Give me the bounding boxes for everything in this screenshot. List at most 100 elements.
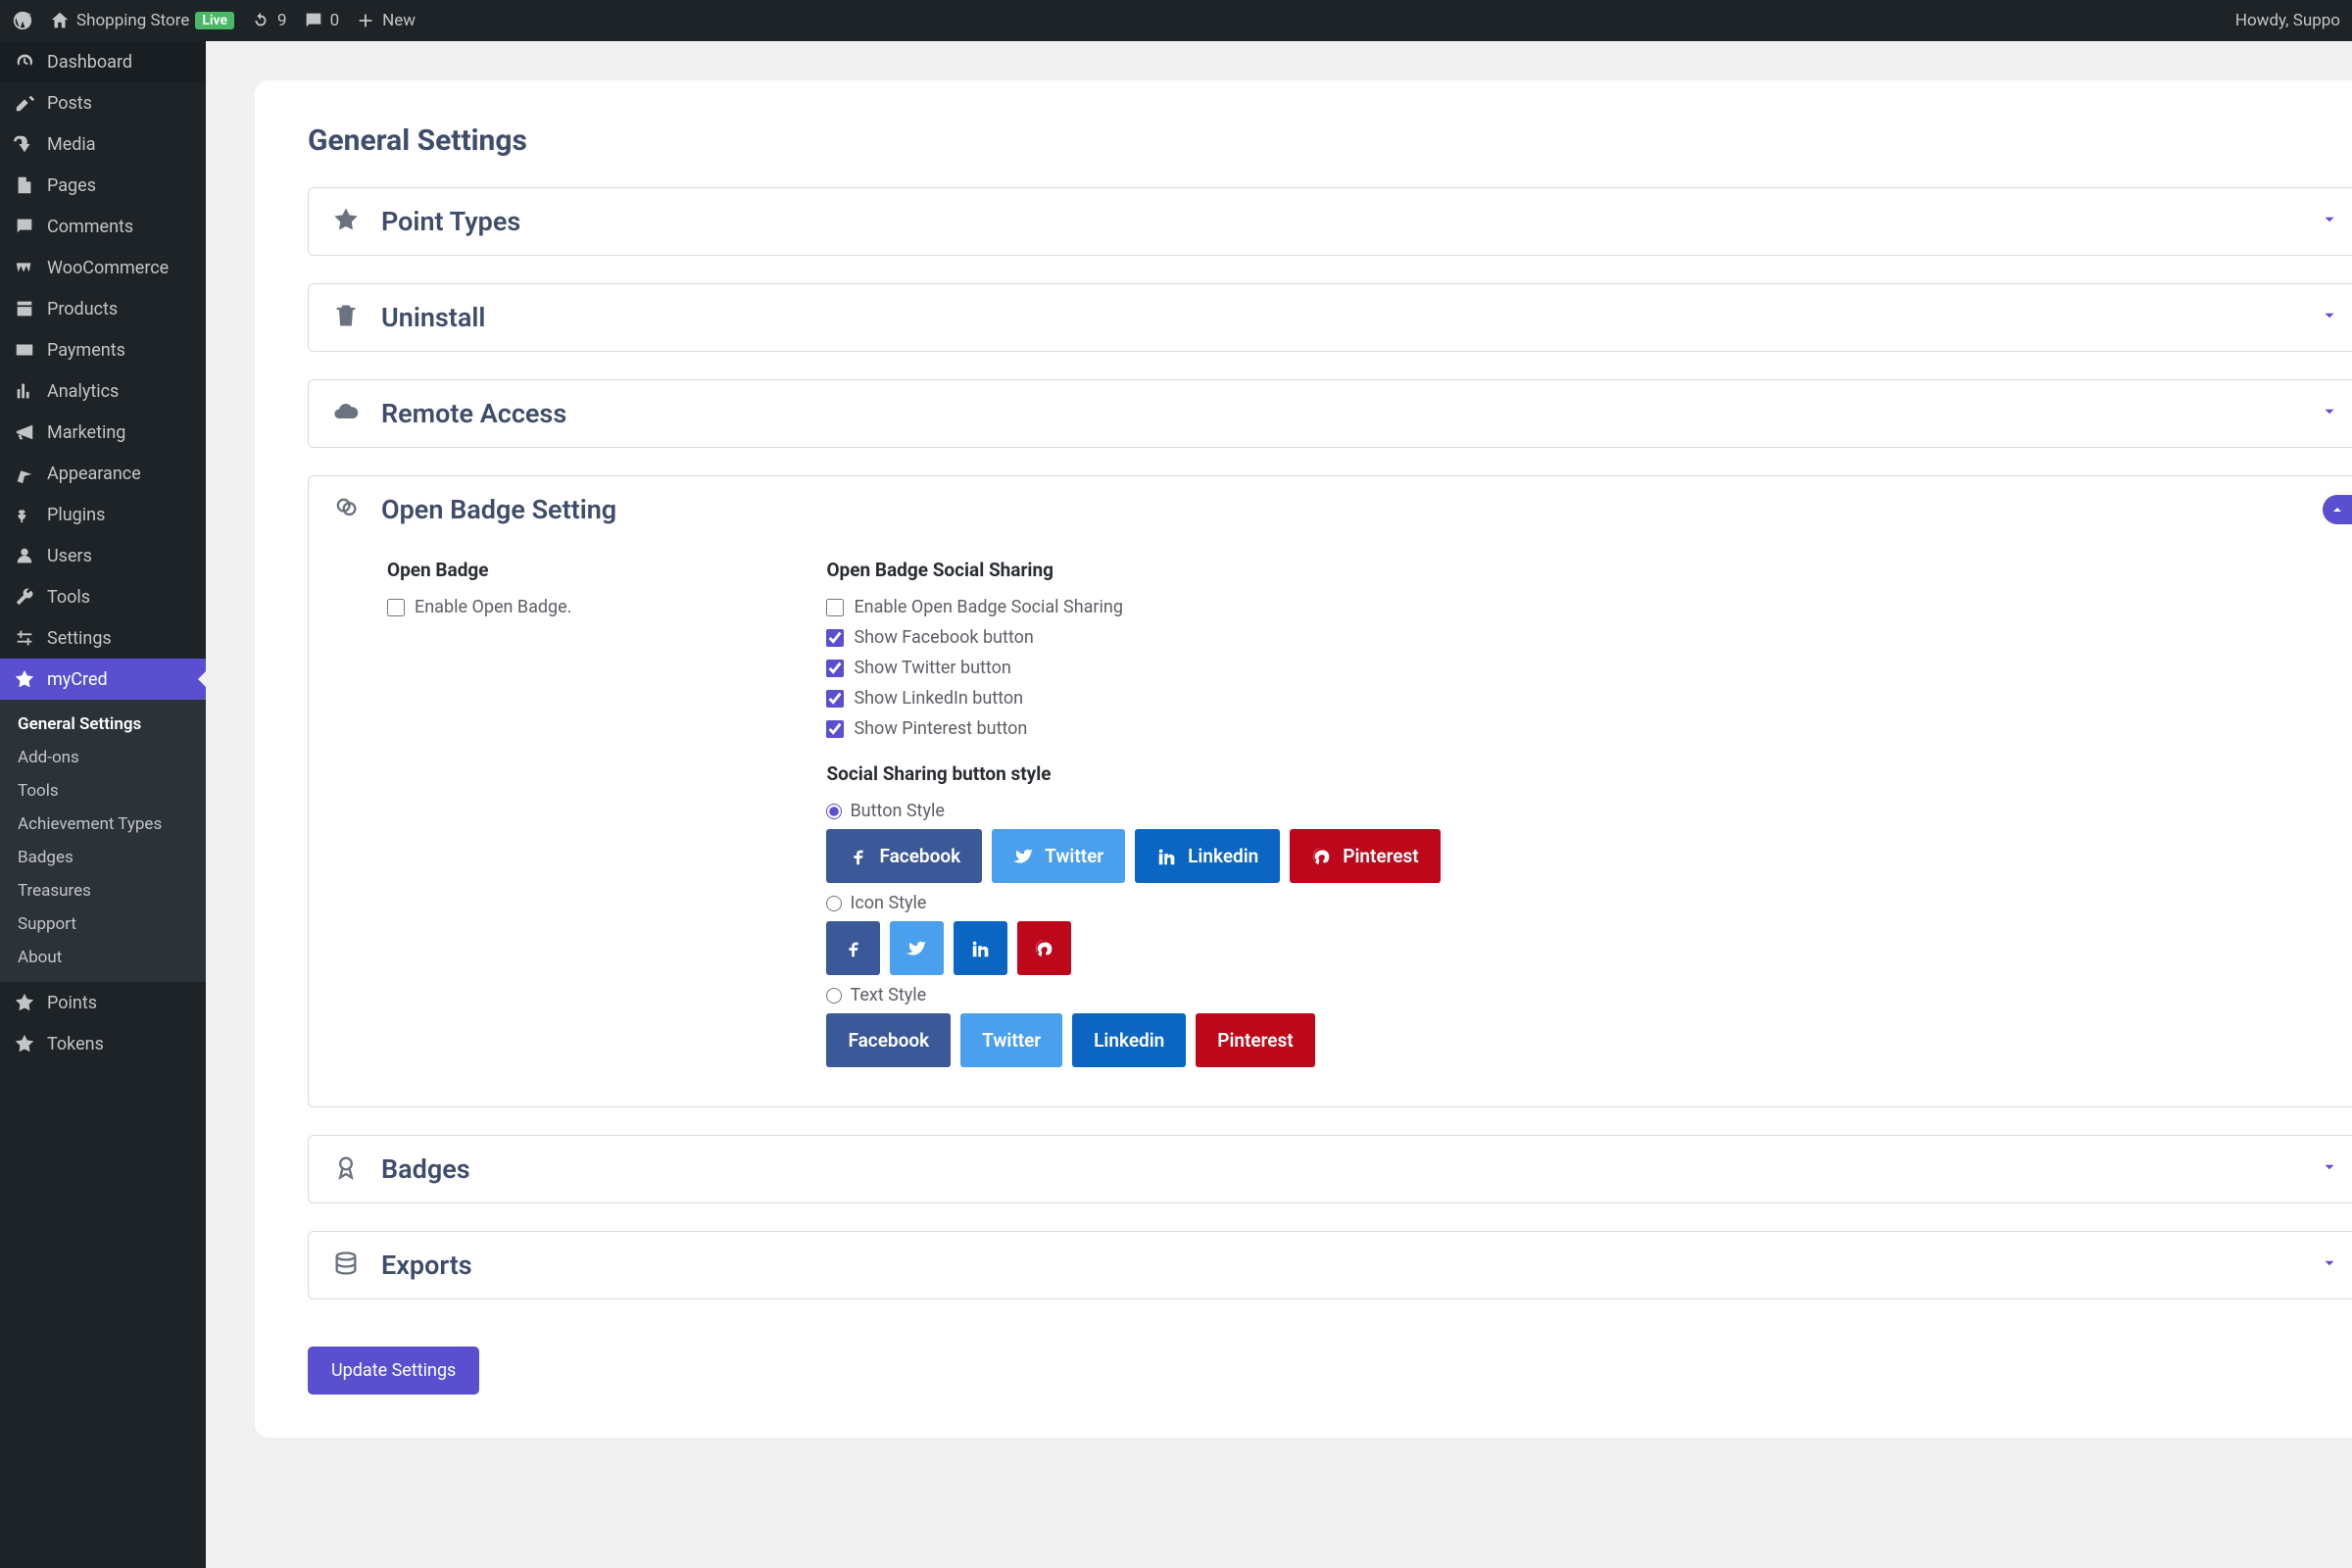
panel-header-open-badge[interactable]: Open Badge Setting [309,476,2352,543]
new-item[interactable]: New [355,10,416,31]
submenu-addons[interactable]: Add-ons [0,741,206,774]
pinterest-icon-button[interactable] [1017,921,1071,975]
submenu-tools[interactable]: Tools [0,774,206,808]
sidebar-item-label: Payments [47,340,125,361]
submenu-badges[interactable]: Badges [0,841,206,874]
facebook-icon-button[interactable] [826,921,880,975]
radio-text-style[interactable]: Text Style [826,985,1440,1005]
page-title: General Settings [308,123,2352,158]
live-badge: Live [195,12,234,29]
panel-badges: Badges [308,1135,2352,1203]
pinterest-text-button[interactable]: Pinterest [1196,1013,1314,1067]
checkbox-label: Enable Open Badge Social Sharing [854,597,1122,617]
social-sharing-heading: Open Badge Social Sharing [826,559,1440,581]
panel-title: Uninstall [381,302,485,333]
radio-icon-style[interactable]: Icon Style [826,893,1440,913]
sidebar-item-woocommerce[interactable]: WooCommerce [0,247,206,288]
submenu-treasures[interactable]: Treasures [0,874,206,907]
sidebar-item-marketing[interactable]: Marketing [0,412,206,453]
sidebar-item-settings[interactable]: Settings [0,617,206,659]
panel-title: Exports [381,1250,472,1281]
comment-count: 0 [330,11,340,30]
sidebar-item-label: Posts [47,93,92,114]
open-badge-right-col: Open Badge Social Sharing Enable Open Ba… [826,553,1440,1077]
show-twitter-checkbox[interactable]: Show Twitter button [826,658,1440,678]
sidebar-item-products[interactable]: Products [0,288,206,329]
admin-sidebar: Dashboard Posts Media Pages Comments Woo… [0,41,206,1568]
linkedin-text-button[interactable]: Linkedin [1072,1013,1186,1067]
update-settings-button[interactable]: Update Settings [308,1347,479,1395]
sidebar-item-media[interactable]: Media [0,123,206,165]
collapse-pill-icon[interactable] [2323,495,2352,524]
show-linkedin-checkbox[interactable]: Show LinkedIn button [826,688,1440,709]
sidebar-item-label: Marketing [47,422,125,443]
sidebar-submenu: General Settings Add-ons Tools Achieveme… [0,700,206,982]
sidebar-item-comments[interactable]: Comments [0,206,206,247]
button-label: Twitter [982,1029,1041,1052]
panel-header-exports[interactable]: Exports [309,1232,2352,1298]
panel-open-badge: Open Badge Setting Open Badge Enable Ope… [308,475,2352,1107]
sidebar-item-points[interactable]: Points [0,982,206,1023]
panel-header-point-types[interactable]: Point Types [309,188,2352,255]
panel-header-badges[interactable]: Badges [309,1136,2352,1202]
show-pinterest-checkbox[interactable]: Show Pinterest button [826,718,1440,739]
button-label: Pinterest [1217,1029,1293,1052]
pinterest-button[interactable]: Pinterest [1290,829,1440,883]
sidebar-item-plugins[interactable]: Plugins [0,494,206,535]
panel-header-uninstall[interactable]: Uninstall [309,284,2352,351]
badge-icon [332,494,360,525]
facebook-button[interactable]: Facebook [826,829,982,883]
radio-button-style[interactable]: Button Style [826,801,1440,821]
sidebar-item-label: Dashboard [47,52,132,73]
panel-header-remote-access[interactable]: Remote Access [309,380,2352,447]
submenu-achievement-types[interactable]: Achievement Types [0,808,206,841]
howdy-user[interactable]: Howdy, Suppo [2235,11,2340,30]
twitter-icon-button[interactable] [890,921,944,975]
button-label: Twitter [1045,845,1103,867]
linkedin-button[interactable]: Linkedin [1135,829,1280,883]
sidebar-item-users[interactable]: Users [0,535,206,576]
button-style-heading: Social Sharing button style [826,762,1440,785]
show-facebook-checkbox[interactable]: Show Facebook button [826,627,1440,648]
button-label: Facebook [879,845,960,867]
sidebar-item-label: Points [47,993,97,1013]
comments-item[interactable]: 0 [303,10,340,31]
twitter-button[interactable]: Twitter [992,829,1125,883]
wp-logo-icon[interactable] [12,10,33,31]
sidebar-item-label: myCred [47,669,108,690]
submenu-about[interactable]: About [0,941,206,974]
sidebar-item-appearance[interactable]: Appearance [0,453,206,494]
linkedin-icon-button[interactable] [954,921,1007,975]
panel-uninstall: Uninstall [308,283,2352,352]
open-badge-heading: Open Badge [387,559,571,581]
sidebar-item-label: Products [47,299,118,319]
facebook-text-button[interactable]: Facebook [826,1013,951,1067]
checkbox-label: Enable Open Badge. [415,597,571,617]
radio-label: Icon Style [850,893,926,913]
sidebar-item-analytics[interactable]: Analytics [0,370,206,412]
sidebar-item-posts[interactable]: Posts [0,82,206,123]
enable-open-badge-checkbox[interactable]: Enable Open Badge. [387,597,571,617]
site-home-link[interactable]: Shopping Store Live [49,10,234,31]
sidebar-item-payments[interactable]: Payments [0,329,206,370]
button-label: Linkedin [1188,845,1258,867]
sidebar-item-tools[interactable]: Tools [0,576,206,617]
refresh-item[interactable]: 9 [250,10,287,31]
sidebar-item-dashboard[interactable]: Dashboard [0,41,206,82]
sidebar-item-label: Users [47,546,92,566]
refresh-count: 9 [277,11,287,30]
sidebar-item-label: Comments [47,217,133,237]
site-name: Shopping Store [76,11,189,30]
greeting-text: Howdy, Suppo [2235,11,2340,30]
submenu-general-settings[interactable]: General Settings [0,708,206,741]
radio-label: Text Style [850,985,926,1005]
open-badge-left-col: Open Badge Enable Open Badge. [387,553,571,1077]
sidebar-item-mycred[interactable]: myCred [0,659,206,700]
twitter-text-button[interactable]: Twitter [960,1013,1062,1067]
sidebar-item-label: Tools [47,587,90,608]
enable-social-sharing-checkbox[interactable]: Enable Open Badge Social Sharing [826,597,1440,617]
sidebar-item-tokens[interactable]: Tokens [0,1023,206,1064]
submenu-support[interactable]: Support [0,907,206,941]
chevron-down-icon [2321,211,2338,232]
sidebar-item-pages[interactable]: Pages [0,165,206,206]
